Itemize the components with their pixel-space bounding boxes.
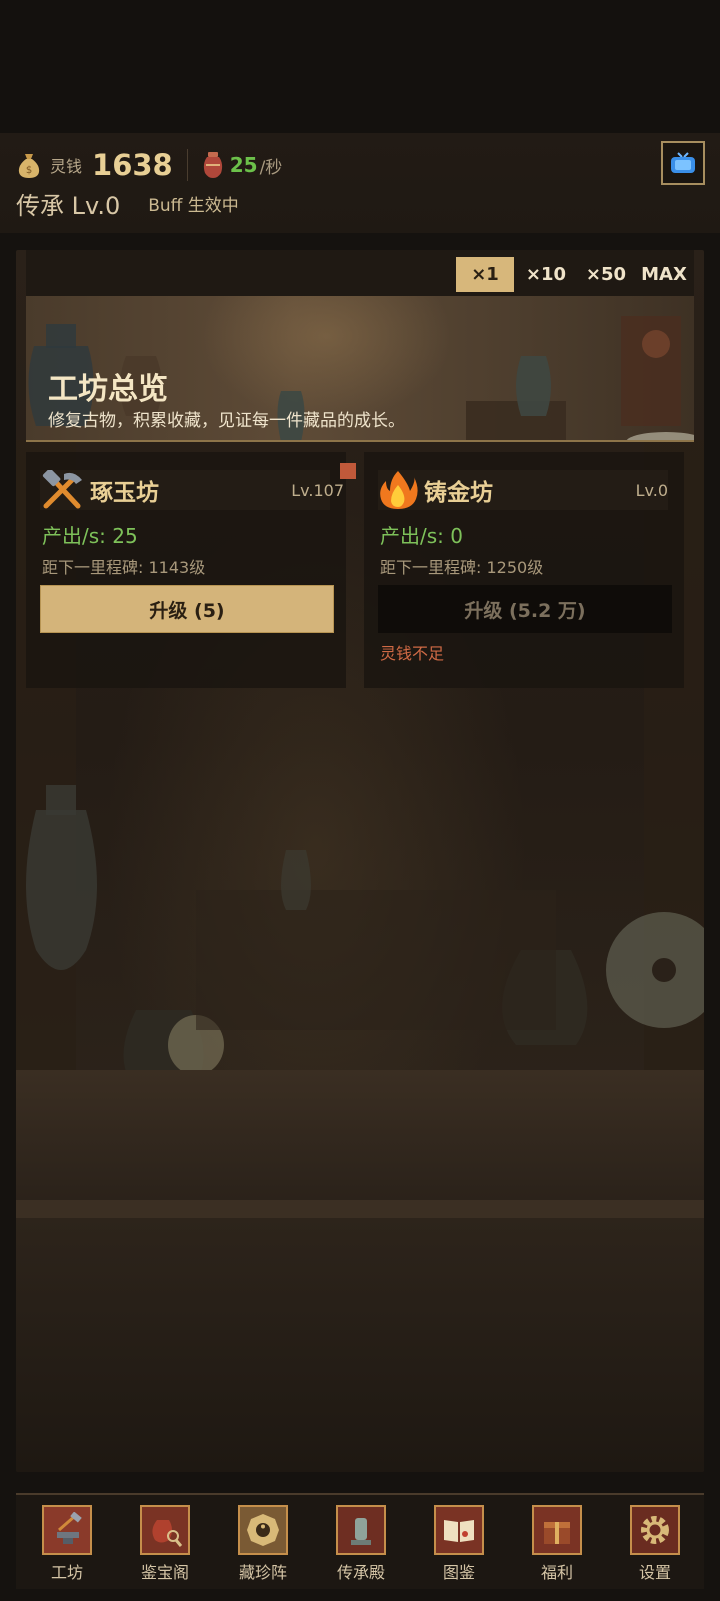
multiplier-x1-button[interactable]: ×1: [456, 257, 514, 292]
overview-banner: 工坊总览 修复古物，积累收藏，见证每一件藏品的成长。: [26, 296, 694, 442]
resource-row: $ 灵钱 1638 25 /秒: [16, 145, 282, 185]
gear-icon: [630, 1505, 680, 1555]
multiplier-x10-button[interactable]: ×10: [518, 257, 574, 292]
nav-label: 设置: [638, 1563, 671, 1582]
book-icon: [434, 1505, 484, 1555]
coin-label: 灵钱: [50, 157, 83, 176]
tv-icon: [671, 152, 695, 173]
money-bag-icon: $: [18, 154, 40, 178]
upgrade-button-disabled[interactable]: 升级 (5.2 万): [378, 585, 672, 633]
svg-text:$: $: [26, 165, 32, 176]
stele-icon: [336, 1505, 386, 1555]
bagua-icon: [238, 1505, 288, 1555]
bottom-navigation: 工坊 鉴宝阁 藏珍阵 传承殿 图鉴 福利 设置: [16, 1493, 704, 1589]
notification-badge: [340, 463, 356, 479]
nav-item-workshop[interactable]: 工坊: [21, 1505, 113, 1585]
fire-icon: [380, 471, 418, 509]
workshop-panel: ×1 ×10 ×50 MAX 工坊总览 修复古物，积累收藏，见证每一件藏品的成长…: [16, 250, 704, 1472]
workshop-level: Lv.107: [291, 480, 344, 500]
nav-item-settings[interactable]: 设置: [609, 1505, 701, 1585]
nav-item-codex[interactable]: 图鉴: [413, 1505, 505, 1585]
nav-item-rewards[interactable]: 福利: [511, 1505, 603, 1585]
gift-chest-icon: [532, 1505, 582, 1555]
table-edge: [16, 1200, 704, 1218]
workshop-card-gold: 铸金坊 Lv.0 产出/s: 0 距下一里程碑: 1250级 升级 (5.2 万…: [364, 452, 684, 688]
table-front: [16, 1218, 704, 1472]
nav-label: 福利: [540, 1563, 573, 1582]
nav-label: 鉴宝阁: [140, 1563, 189, 1582]
upgrade-button[interactable]: 升级 (5): [40, 585, 334, 633]
nav-label: 藏珍阵: [238, 1563, 287, 1582]
banner-subtitle: 修复古物，积累收藏，见证每一件藏品的成长。: [48, 411, 405, 431]
nav-item-legacy-hall[interactable]: 传承殿: [315, 1505, 407, 1585]
pot-magnifier-icon: [140, 1505, 190, 1555]
nav-label: 工坊: [50, 1563, 83, 1582]
divider: [186, 149, 188, 181]
workshop-name: 琢玉坊: [90, 480, 159, 506]
card-header: 铸金坊 Lv.0: [378, 470, 668, 510]
anvil-icon: [42, 1505, 92, 1555]
ad-tv-button[interactable]: [661, 141, 705, 185]
rate-unit: /秒: [259, 157, 283, 178]
nav-label: 图鉴: [442, 1563, 475, 1582]
nav-item-collection-array[interactable]: 藏珍阵: [217, 1505, 309, 1585]
multiplier-max-button[interactable]: MAX: [636, 257, 692, 292]
nav-item-appraisal[interactable]: 鉴宝阁: [119, 1505, 211, 1585]
buff-status: Buff 生效中: [148, 195, 239, 216]
resource-header: $ 灵钱 1638 25 /秒 传承 Lv.0 Buff 生效中: [0, 133, 720, 233]
workshop-level: Lv.0: [635, 480, 668, 500]
hammer-pick-icon: [42, 470, 82, 509]
nav-label: 传承殿: [336, 1563, 385, 1582]
rate-value: 25: [229, 153, 258, 177]
workshop-milestone: 距下一里程碑: 1250级: [380, 558, 544, 577]
workshop-name: 铸金坊: [424, 480, 493, 506]
workshop-output: 产出/s: 0: [380, 524, 463, 548]
multiplier-bar: ×1 ×10 ×50 MAX: [26, 250, 694, 296]
table-surface: [16, 1070, 704, 1200]
workshop-output: 产出/s: 25: [42, 524, 138, 548]
card-header: 琢玉坊 Lv.107: [40, 470, 344, 510]
legacy-row: 传承 Lv.0 Buff 生效中: [16, 185, 239, 221]
vase-icon: [203, 152, 222, 178]
insufficient-funds-warning: 灵钱不足: [380, 644, 445, 663]
banner-title: 工坊总览: [48, 372, 168, 407]
multiplier-x50-button[interactable]: ×50: [578, 257, 634, 292]
coin-value: 1638: [92, 148, 173, 182]
workshop-card-jade: 琢玉坊 Lv.107 产出/s: 25 距下一里程碑: 1143级 升级 (5): [26, 452, 356, 688]
status-bar-area: [0, 0, 720, 133]
legacy-level: 传承 Lv.0: [16, 191, 121, 220]
workshop-milestone: 距下一里程碑: 1143级: [42, 558, 206, 577]
